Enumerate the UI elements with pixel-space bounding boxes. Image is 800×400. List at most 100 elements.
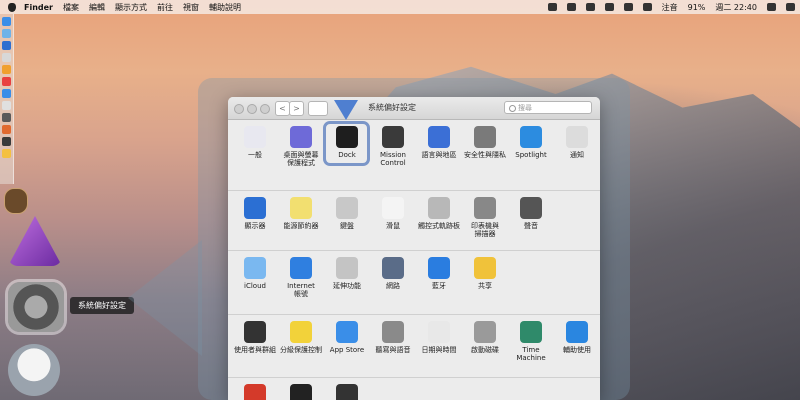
- pane-label: 鍵盤: [340, 222, 354, 230]
- preference-pane[interactable]: 滑鼠: [370, 197, 416, 238]
- preference-pane[interactable]: 鍵盤: [324, 197, 370, 238]
- search-field[interactable]: 搜尋: [504, 101, 592, 114]
- pane-icon: [474, 197, 496, 219]
- preference-pane[interactable]: 啟動磁碟: [462, 321, 508, 362]
- dock-tooltip: 系統偏好設定: [70, 297, 134, 314]
- forward-button[interactable]: >: [289, 101, 304, 116]
- menu-go[interactable]: 前往: [157, 2, 173, 13]
- preference-pane[interactable]: 語言與地區: [416, 126, 462, 167]
- dock-app-icon[interactable]: [2, 29, 11, 38]
- preference-pane[interactable]: Mission Control: [370, 126, 416, 167]
- input-method[interactable]: 注音: [662, 2, 678, 13]
- preference-pane[interactable]: 顯示器: [232, 197, 278, 238]
- pane-label: 延伸功能: [333, 282, 361, 290]
- preference-pane[interactable]: Time Machine: [508, 321, 554, 362]
- dock-app-icon[interactable]: [2, 17, 11, 26]
- menu-finder[interactable]: Finder: [24, 3, 53, 12]
- pane-label: 安全性與隱私: [464, 151, 506, 159]
- preference-pane[interactable]: 安全性與隱私: [462, 126, 508, 167]
- dock-pane-highlight: [323, 121, 370, 166]
- pane-row: iCloud Internet 帳號 延伸功能 網路 藍牙 共享: [228, 250, 600, 298]
- menu-view[interactable]: 顯示方式: [115, 2, 147, 13]
- menu-file[interactable]: 檔案: [63, 2, 79, 13]
- preference-pane[interactable]: 桌面與螢幕 保護程式: [278, 126, 324, 167]
- apple-icon[interactable]: [8, 2, 16, 12]
- pane-icon: [244, 384, 266, 400]
- spotlight-icon[interactable]: [767, 3, 776, 11]
- pane-icon: [244, 321, 266, 343]
- preference-pane[interactable]: 觸控式軌跡板: [416, 197, 462, 238]
- wifi-icon[interactable]: [642, 3, 652, 11]
- zoom-button[interactable]: [260, 104, 270, 114]
- preference-pane[interactable]: 藍牙: [416, 257, 462, 298]
- launchpad-icon[interactable]: [8, 344, 60, 396]
- flux-icon[interactable]: [585, 3, 595, 11]
- preference-pane[interactable]: 通知: [554, 126, 600, 167]
- preference-pane[interactable]: 延伸功能: [324, 257, 370, 298]
- preference-pane[interactable]: iCloud: [232, 257, 278, 298]
- preference-pane[interactable]: Internet 帳號: [278, 257, 324, 298]
- pane-icon: [244, 197, 266, 219]
- dock-app-icon[interactable]: [2, 125, 11, 134]
- preference-pane[interactable]: Spotlight: [508, 126, 554, 167]
- system-preferences-icon[interactable]: [8, 282, 64, 332]
- preference-pane[interactable]: 輔助使用: [554, 321, 600, 362]
- preference-pane[interactable]: 一般: [232, 126, 278, 167]
- preference-pane[interactable]: 使用者與群組: [232, 321, 278, 362]
- pane-label: Time Machine: [516, 346, 546, 362]
- dock-app-icon[interactable]: [2, 53, 11, 62]
- pane-label: App Store: [329, 346, 365, 354]
- dock-app-icon[interactable]: [2, 65, 11, 74]
- notification-center-icon[interactable]: [786, 3, 795, 11]
- dock-app-icon[interactable]: [2, 137, 11, 146]
- preference-pane[interactable]: 分級保護控制: [278, 321, 324, 362]
- pane-row: 顯示器 能源節約器 鍵盤 滑鼠 觸控式軌跡板 印表機與 掃描器 聲音: [228, 190, 600, 238]
- preference-pane[interactable]: 共享: [462, 257, 508, 298]
- menu-window[interactable]: 視窗: [183, 2, 199, 13]
- pane-label: Mission Control: [380, 151, 406, 167]
- bluetooth-icon[interactable]: [623, 3, 633, 11]
- dock-app-icon[interactable]: [2, 149, 11, 158]
- dock-app-icon[interactable]: [2, 113, 11, 122]
- pane-label: 聽寫與語音: [375, 346, 411, 354]
- title-bar[interactable]: < > 系統偏好設定 搜尋: [228, 97, 600, 120]
- preference-pane[interactable]: 印表機與 掃描器: [462, 197, 508, 238]
- menu-help[interactable]: 輔助說明: [209, 2, 241, 13]
- close-button[interactable]: [234, 104, 244, 114]
- preference-pane[interactable]: App Store: [324, 321, 370, 362]
- pane-label: 桌面與螢幕 保護程式: [283, 151, 319, 167]
- pane-icon: [428, 197, 450, 219]
- clock[interactable]: 週二 22:40: [715, 2, 757, 13]
- back-button[interactable]: <: [275, 101, 290, 116]
- battery-percent[interactable]: 91%: [688, 3, 706, 12]
- preference-pane[interactable]: 能源節約器: [278, 197, 324, 238]
- pane-label: 顯示器: [244, 222, 266, 230]
- timemachine-icon[interactable]: [604, 3, 614, 11]
- show-all-grid-icon[interactable]: [308, 101, 328, 116]
- preference-pane[interactable]: [232, 384, 278, 400]
- garageband-icon[interactable]: [4, 188, 28, 214]
- pane-icon: [382, 321, 404, 343]
- dock-app-icon[interactable]: [2, 89, 11, 98]
- preference-pane[interactable]: 日期與時間: [416, 321, 462, 362]
- dock-app-icon[interactable]: [2, 41, 11, 50]
- dropbox-icon[interactable]: [547, 3, 557, 11]
- affinity-designer-icon[interactable]: [8, 216, 62, 266]
- preference-pane[interactable]: [324, 384, 370, 400]
- pane-label: 分級保護控制: [280, 346, 322, 354]
- pane-icon: [428, 321, 450, 343]
- preference-pane[interactable]: 聽寫與語音: [370, 321, 416, 362]
- dock-app-icon[interactable]: [2, 101, 11, 110]
- evernote-icon[interactable]: [566, 3, 576, 11]
- preference-pane[interactable]: 聲音: [508, 197, 554, 238]
- pane-icon: [520, 321, 542, 343]
- pane-icon: [428, 126, 450, 148]
- preference-pane[interactable]: 網路: [370, 257, 416, 298]
- dock-app-icon[interactable]: [2, 77, 11, 86]
- preference-pane[interactable]: [278, 384, 324, 400]
- pane-icon: [520, 126, 542, 148]
- menu-edit[interactable]: 編輯: [89, 2, 105, 13]
- pane-row: [228, 377, 600, 400]
- pane-icon: [336, 321, 358, 343]
- minimize-button[interactable]: [247, 104, 257, 114]
